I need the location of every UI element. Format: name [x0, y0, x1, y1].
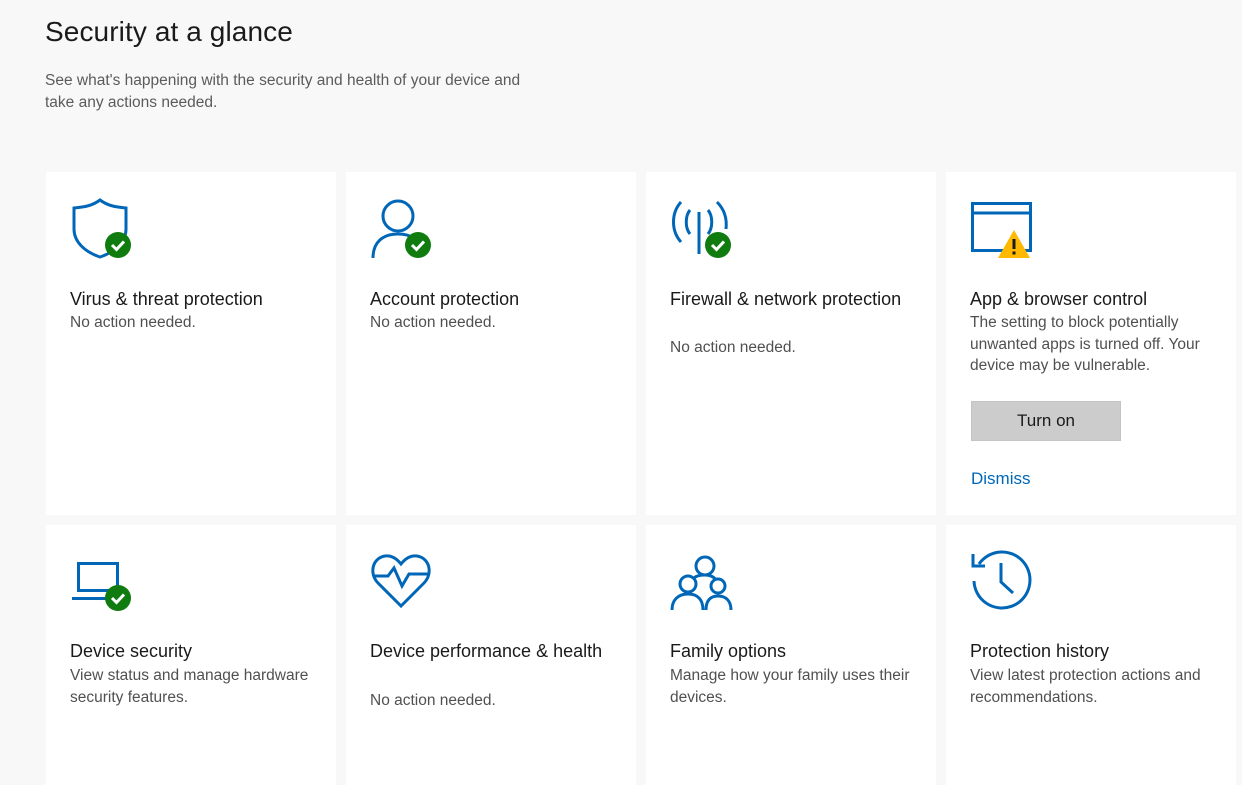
- card-title: Firewall & network protection: [670, 289, 902, 309]
- card-description: No action needed.: [370, 692, 496, 709]
- page-subtitle: See what's happening with the security a…: [45, 72, 521, 111]
- card-account-protection[interactable]: Account protection No action needed.: [346, 172, 636, 515]
- card-title: Device performance & health: [370, 641, 603, 661]
- card-title: Family options: [670, 641, 787, 661]
- heart-pulse-icon: [370, 548, 436, 614]
- family-icon: [670, 548, 736, 614]
- card-description: View latest protection actions and recom…: [970, 667, 1201, 706]
- card-description: The setting to block potentially unwante…: [970, 314, 1200, 374]
- browser-window-icon: [970, 196, 1036, 262]
- card-title: Account protection: [370, 289, 520, 309]
- history-icon: [970, 548, 1036, 614]
- card-app-browser-control[interactable]: App & browser control The setting to blo…: [946, 172, 1236, 515]
- card-description: No action needed.: [70, 314, 196, 331]
- card-title: Virus & threat protection: [70, 289, 263, 309]
- card-device-security[interactable]: Device security View status and manage h…: [46, 525, 336, 785]
- antenna-icon: [670, 196, 736, 262]
- card-description: View status and manage hardware security…: [70, 667, 309, 706]
- card-description: No action needed.: [670, 339, 796, 356]
- laptop-icon: [70, 548, 136, 614]
- card-virus-threat-protection[interactable]: Virus & threat protection No action need…: [46, 172, 336, 515]
- person-icon: [370, 196, 436, 262]
- card-device-performance-health[interactable]: Device performance & health No action ne…: [346, 525, 636, 785]
- card-title: Protection history: [970, 641, 1110, 661]
- page-title: Security at a glance: [45, 16, 293, 47]
- card-protection-history[interactable]: Protection history View latest protectio…: [946, 525, 1236, 785]
- card-description: No action needed.: [370, 314, 496, 331]
- card-title: App & browser control: [970, 289, 1148, 309]
- turn-on-button[interactable]: Turn on: [971, 401, 1121, 441]
- card-firewall-network-protection[interactable]: Firewall & network protection No action …: [646, 172, 936, 515]
- card-description: Manage how your family uses their device…: [670, 667, 910, 706]
- dismiss-link[interactable]: Dismiss: [971, 469, 1031, 489]
- card-title: Device security: [70, 641, 193, 661]
- shield-icon: [70, 196, 136, 262]
- card-family-options[interactable]: Family options Manage how your family us…: [646, 525, 936, 785]
